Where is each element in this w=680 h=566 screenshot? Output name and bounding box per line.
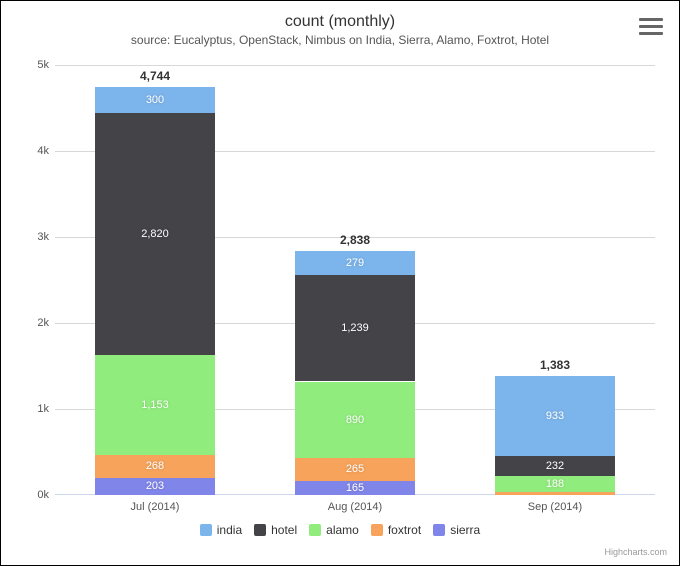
legend-swatch — [433, 524, 445, 536]
chart-credits[interactable]: Highcharts.com — [604, 547, 667, 557]
grid-line — [55, 65, 655, 66]
legend-swatch — [371, 524, 383, 536]
y-tick-label: 4k — [37, 145, 49, 157]
stack-total-label: 2,838 — [295, 233, 415, 247]
chart-menu-button[interactable] — [639, 15, 663, 37]
legend: india hotel alamo foxtrot sierra — [5, 523, 675, 539]
legend-label: foxtrot — [388, 523, 421, 537]
bar-segment-alamo[interactable] — [295, 382, 415, 459]
y-tick-label: 1k — [37, 403, 49, 415]
stack-total-label: 4,744 — [95, 69, 215, 83]
y-tick-label: 5k — [37, 59, 49, 71]
legend-item-foxtrot[interactable]: foxtrot — [371, 523, 421, 537]
chart-wrap: count (monthly) source: Eucalyptus, Open… — [5, 5, 675, 561]
bar-segment-india[interactable] — [295, 251, 415, 275]
bar-segment-hotel[interactable] — [95, 113, 215, 356]
legend-item-hotel[interactable]: hotel — [254, 523, 297, 537]
bar-segment-hotel[interactable] — [495, 456, 615, 476]
bar-segment-alamo[interactable] — [495, 476, 615, 492]
legend-swatch — [309, 524, 321, 536]
x-tick-label: Aug (2014) — [328, 501, 382, 513]
legend-label: alamo — [326, 523, 359, 537]
legend-label: hotel — [271, 523, 297, 537]
y-tick-label: 3k — [37, 231, 49, 243]
bar-segment-india[interactable] — [95, 87, 215, 113]
chart-container: count (monthly) source: Eucalyptus, Open… — [0, 0, 680, 566]
bar-segment-foxtrot[interactable] — [95, 455, 215, 478]
bar-segment-sierra[interactable] — [95, 478, 215, 495]
chart-title: count (monthly) — [5, 13, 675, 31]
legend-item-alamo[interactable]: alamo — [309, 523, 359, 537]
legend-swatch — [254, 524, 266, 536]
plot-area: 0k1k2k3k4k5k2032681,1532,8203004,744Jul … — [55, 65, 655, 495]
chart-subtitle: source: Eucalyptus, OpenStack, Nimbus on… — [5, 33, 675, 47]
y-tick-label: 0k — [37, 489, 49, 501]
x-tick-label: Jul (2014) — [131, 501, 180, 513]
stack-total-label: 1,383 — [495, 358, 615, 372]
y-tick-label: 2k — [37, 317, 49, 329]
legend-item-sierra[interactable]: sierra — [433, 523, 480, 537]
legend-item-india[interactable]: india — [200, 523, 242, 537]
legend-label: sierra — [450, 523, 480, 537]
bar-segment-foxtrot[interactable] — [495, 492, 615, 495]
legend-swatch — [200, 524, 212, 536]
x-tick-label: Sep (2014) — [528, 501, 582, 513]
bar-segment-foxtrot[interactable] — [295, 458, 415, 481]
bar-segment-sierra[interactable] — [295, 481, 415, 495]
bar-segment-india[interactable] — [495, 376, 615, 456]
legend-label: india — [217, 523, 242, 537]
bar-segment-hotel[interactable] — [295, 275, 415, 382]
bar-segment-alamo[interactable] — [95, 355, 215, 454]
